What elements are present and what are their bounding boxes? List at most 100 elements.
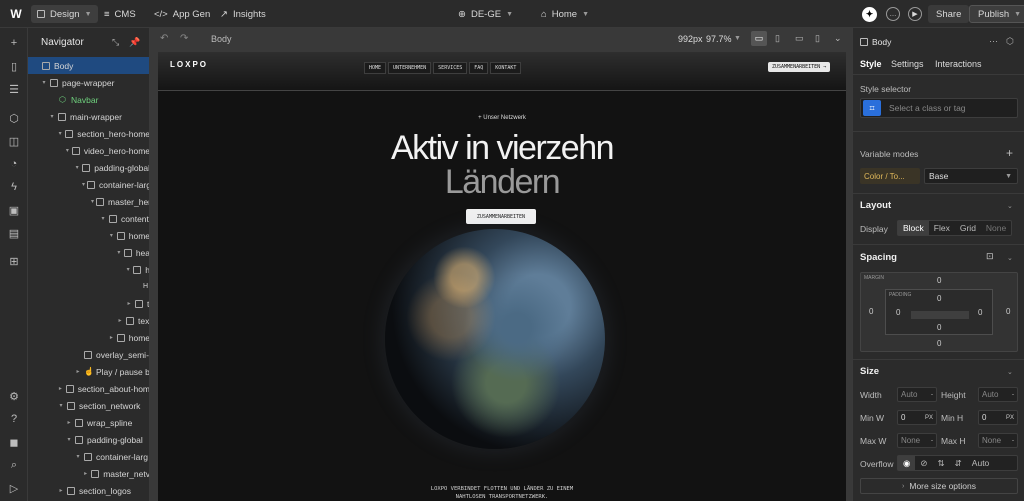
tree-item[interactable]: ▾ section_hero-home [28, 125, 149, 142]
chevron-down-icon[interactable]: ▾ [74, 164, 80, 171]
more-breakpoints-icon[interactable]: ⌄ [834, 33, 842, 44]
chevron-down-icon[interactable]: ⌄ [1007, 254, 1013, 262]
tree-item[interactable]: ▾container-large [28, 176, 149, 193]
variable-mode-select[interactable]: Base ▼ [924, 168, 1018, 184]
margin-bottom[interactable]: 0 [937, 339, 941, 348]
min-width-input[interactable]: 0 PX [897, 410, 937, 425]
desktop-breakpoint-icon[interactable]: ▭ [751, 31, 767, 46]
page-selector[interactable]: ⌂ Home ▼ [541, 0, 589, 28]
padding-left[interactable]: 0 [896, 308, 900, 317]
viewport-width[interactable]: 992px [678, 34, 703, 44]
mobile-breakpoint-icon[interactable]: ▯ [815, 33, 820, 44]
chevron-down-icon[interactable]: ▾ [57, 130, 63, 137]
locale-selector[interactable]: ⊕ DE-GE ▼ [458, 0, 513, 28]
collaborator-avatar[interactable]: ✦ [862, 0, 877, 28]
tree-item[interactable]: overlay_semi-t [28, 346, 149, 363]
margin-top[interactable]: 0 [937, 276, 941, 285]
more-options-icon[interactable]: ⋯ [989, 36, 998, 47]
width-input[interactable]: Auto - [897, 387, 937, 402]
site-nav-link[interactable]: SERVICES [433, 62, 468, 74]
padding-top[interactable]: 0 [937, 294, 941, 303]
chevron-down-icon[interactable]: ▾ [65, 436, 73, 443]
chevron-down-icon[interactable]: ▾ [40, 79, 48, 86]
tree-item-body[interactable]: Body [28, 57, 149, 74]
chevron-right-icon[interactable]: ▸ [57, 385, 64, 392]
tree-item[interactable]: ▾ container-larg [28, 448, 149, 465]
tree-item[interactable]: ▸ master_netv [28, 465, 149, 482]
site-navbar[interactable]: LOXPO HOME UNTERNEHMEN SERVICES FAQ KONT… [158, 52, 846, 91]
collapse-icon[interactable]: ⤡ [112, 37, 119, 48]
components-icon[interactable]: ⬡ [7, 111, 21, 125]
more-size-options-button[interactable]: › More size options [860, 478, 1018, 494]
insights-button[interactable]: ↗ Insights [220, 0, 266, 28]
chevron-right-icon[interactable]: ▸ [116, 317, 124, 324]
site-nav-link[interactable]: HOME [364, 62, 387, 74]
site-nav-link[interactable]: FAQ [469, 62, 489, 74]
tree-item[interactable]: H [28, 278, 149, 295]
tree-item[interactable]: ▾master_hero [28, 193, 149, 210]
padding-right[interactable]: 0 [978, 308, 982, 317]
layout-section-title[interactable]: Layout [860, 200, 891, 211]
chevron-right-icon[interactable]: ▸ [74, 368, 82, 375]
canvas-breadcrumb[interactable]: Body [211, 34, 232, 44]
display-block-option[interactable]: Block [898, 221, 929, 235]
navigator-icon[interactable]: ☰ [7, 82, 21, 96]
tree-item[interactable]: ▾ hea [28, 244, 149, 261]
undo-icon[interactable]: ↶ [160, 33, 168, 44]
chevron-down-icon[interactable]: ⌄ [1007, 368, 1013, 376]
styles-icon[interactable]: ◔ [7, 157, 21, 171]
chevron-down-icon[interactable]: ▾ [82, 181, 85, 188]
tree-item[interactable]: ⬡ Navbar [28, 91, 149, 108]
max-height-input[interactable]: None - [978, 433, 1018, 448]
chevron-down-icon[interactable]: ▾ [108, 232, 115, 239]
chevron-right-icon[interactable]: ▸ [125, 300, 133, 307]
min-height-input[interactable]: 0 PX [978, 410, 1018, 425]
tree-item[interactable]: ▾ padding-global [28, 431, 149, 448]
hero-cta-button[interactable]: ZUSAMMENARBEITEN [466, 209, 536, 224]
publish-button[interactable]: Publish ▼ [969, 5, 1024, 23]
tree-item[interactable]: ▾ video_hero-home [28, 142, 149, 159]
site-nav-link[interactable]: UNTERNEHMEN [388, 62, 432, 74]
chevron-down-icon[interactable]: ▾ [99, 215, 107, 222]
tree-item[interactable]: ▾ h [28, 261, 149, 278]
add-icon[interactable]: + [7, 36, 21, 50]
tree-item[interactable]: ▸ t [28, 295, 149, 312]
spacing-section-title[interactable]: Spacing [860, 252, 897, 263]
tree-item[interactable]: ▾ padding-global [28, 159, 149, 176]
audit-icon[interactable]: ◼ [7, 435, 21, 449]
app-gen-button[interactable]: </> App Gen [154, 0, 210, 28]
pages-icon[interactable]: ▯ [7, 59, 21, 73]
tree-item[interactable]: ▾ content [28, 210, 149, 227]
tree-item[interactable]: ▾ page-wrapper [28, 74, 149, 91]
video-icon[interactable]: ▷ [7, 481, 21, 495]
page-preview[interactable]: LOXPO HOME UNTERNEHMEN SERVICES FAQ KONT… [158, 52, 846, 501]
scroll-icon[interactable]: ⇅ [933, 456, 950, 470]
add-icon[interactable]: + [1006, 146, 1013, 160]
chevron-down-icon[interactable]: ▾ [91, 198, 94, 205]
max-width-input[interactable]: None - [897, 433, 937, 448]
tree-item[interactable]: ▸ section_about-hom [28, 380, 149, 397]
tree-item[interactable]: ▸ wrap_spline [28, 414, 149, 431]
landscape-breakpoint-icon[interactable]: ▭ [795, 33, 804, 44]
comments-button[interactable]: … [886, 0, 900, 28]
tree-item[interactable]: ▸ home [28, 329, 149, 346]
tablet-breakpoint-icon[interactable]: ▯ [775, 33, 780, 44]
chevron-right-icon[interactable]: ▸ [57, 487, 65, 494]
component-icon[interactable]: ⬡ [1006, 36, 1014, 47]
assets-icon[interactable]: ▣ [7, 203, 21, 217]
tree-item[interactable]: ▸ section_logos [28, 482, 149, 499]
chevron-right-icon[interactable]: ▸ [108, 334, 115, 341]
display-grid-option[interactable]: Grid [955, 221, 981, 235]
zoom-level[interactable]: 97.7% [706, 34, 732, 44]
chevron-down-icon[interactable]: ▾ [57, 402, 65, 409]
tree-item[interactable]: ▾ section_network [28, 397, 149, 414]
cms-collections-icon[interactable]: ▤ [7, 226, 21, 240]
chevron-down-icon[interactable]: ⌄ [1007, 202, 1013, 210]
tree-item[interactable]: ▾ home [28, 227, 149, 244]
cms-button[interactable]: ≡ CMS [104, 0, 136, 28]
chevron-right-icon[interactable]: ▸ [82, 470, 89, 477]
interactions-icon[interactable]: ϟ [7, 180, 21, 194]
apps-icon[interactable]: ⊞ [7, 254, 21, 268]
height-input[interactable]: Auto - [978, 387, 1018, 402]
tab-style[interactable]: Style [860, 59, 882, 69]
